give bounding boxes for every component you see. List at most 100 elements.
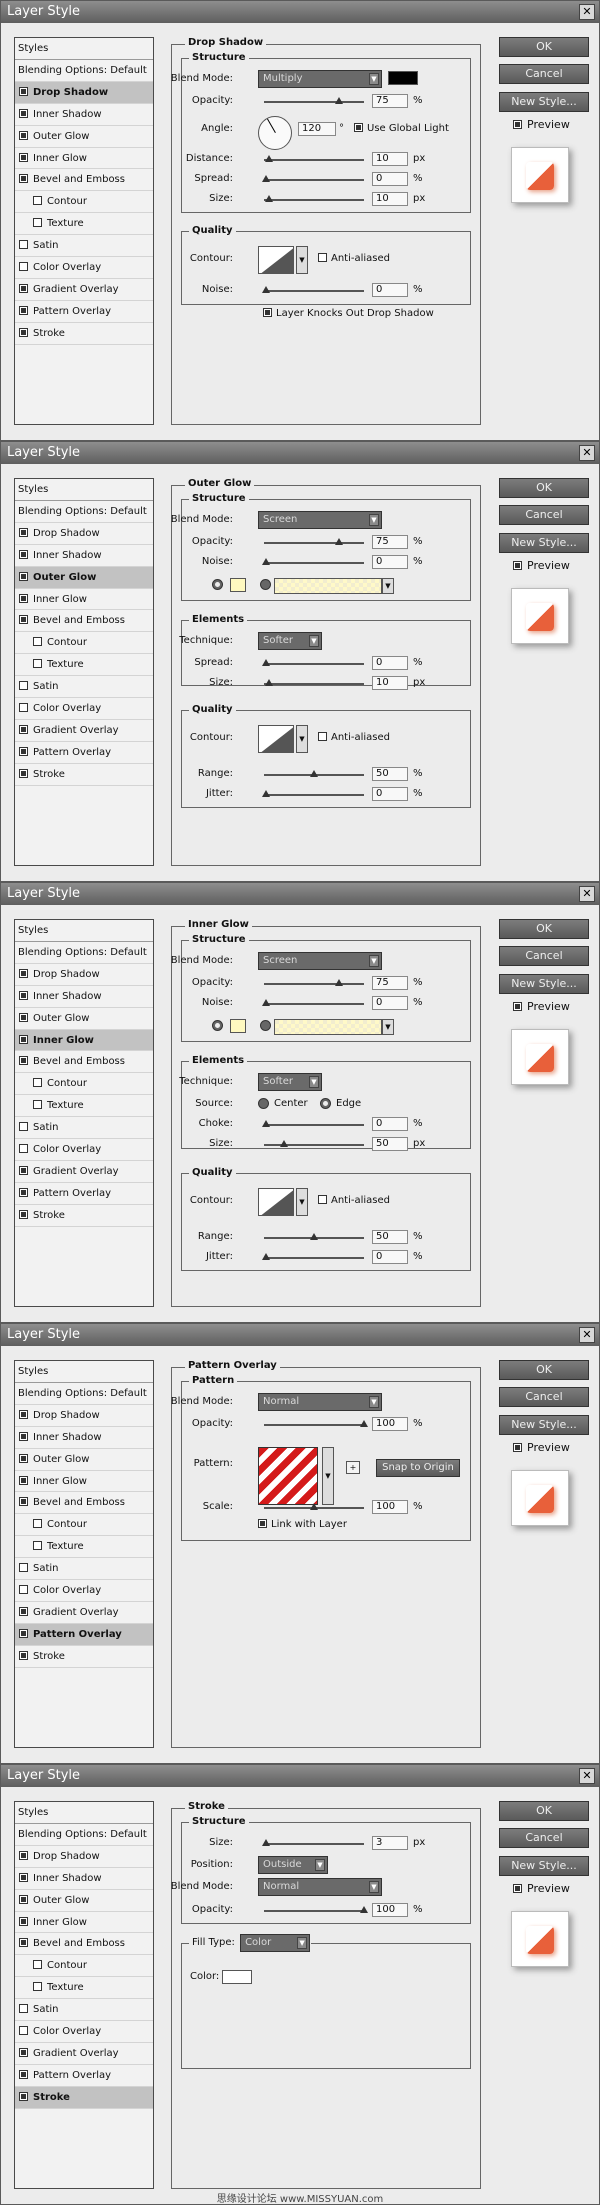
style-stroke[interactable]: Stroke	[15, 2086, 153, 2109]
style-satin[interactable]: Satin	[15, 1117, 153, 1140]
checkbox-icon[interactable]	[19, 1650, 28, 1660]
pattern-swatch[interactable]	[258, 1447, 318, 1505]
style-bevel-emboss[interactable]: Bevel and Emboss	[15, 610, 153, 633]
preview-toggle[interactable]: Preview	[513, 1000, 570, 1013]
slider-thumb[interactable]	[262, 1120, 270, 1127]
solid-color-radio[interactable]	[212, 579, 223, 590]
opacity-input[interactable]: 100	[372, 1417, 408, 1431]
style-contour[interactable]: Contour	[15, 191, 153, 214]
noise-slider[interactable]	[262, 558, 364, 565]
cancel-button[interactable]: Cancel	[499, 946, 589, 966]
slider-thumb[interactable]	[262, 659, 270, 666]
size-input[interactable]: 10	[372, 192, 408, 206]
style-outer-glow[interactable]: Outer Glow	[15, 1449, 153, 1471]
checkbox-icon[interactable]	[19, 108, 28, 118]
style-drop-shadow[interactable]: Drop Shadow	[15, 523, 153, 545]
checkbox-icon[interactable]	[19, 152, 28, 162]
checkbox-icon[interactable]	[19, 2047, 28, 2057]
style-stroke[interactable]: Stroke	[15, 764, 153, 786]
checkbox-icon[interactable]	[19, 1628, 28, 1638]
checkbox-icon[interactable]	[19, 1122, 28, 1132]
fill-type-dropdown[interactable]: Color ▼	[240, 1934, 311, 1952]
choke-input[interactable]: 0	[372, 1117, 408, 1131]
opacity-slider[interactable]	[264, 979, 364, 986]
blend-mode-dropdown[interactable]: Screen ▼	[258, 952, 382, 970]
slider-thumb[interactable]	[262, 558, 270, 565]
slider-thumb[interactable]	[360, 1906, 368, 1913]
position-dropdown[interactable]: Outside ▼	[258, 1856, 328, 1874]
range-input[interactable]: 50	[372, 1230, 408, 1244]
angle-input[interactable]: 120	[298, 122, 336, 136]
chevron-down-icon[interactable]: ▼	[322, 1447, 334, 1505]
style-color-overlay[interactable]: Color Overlay	[15, 698, 153, 720]
checkbox-icon[interactable]	[19, 2091, 28, 2101]
choke-slider[interactable]	[262, 1120, 364, 1127]
checkbox-icon[interactable]	[19, 174, 28, 184]
scale-slider[interactable]	[264, 1503, 364, 1510]
new-style-button[interactable]: New Style...	[499, 533, 589, 553]
ok-button[interactable]: OK	[499, 919, 589, 939]
checkbox-icon[interactable]	[19, 305, 28, 315]
cancel-button[interactable]: Cancel	[499, 1387, 589, 1407]
checkbox-icon[interactable]	[318, 732, 327, 741]
style-inner-glow[interactable]: Inner Glow	[15, 1471, 153, 1493]
blend-mode-dropdown[interactable]: Normal ▼	[258, 1878, 382, 1896]
slider-thumb[interactable]	[360, 1420, 368, 1427]
checkbox-icon[interactable]	[19, 593, 28, 603]
slider-thumb[interactable]	[265, 155, 273, 162]
style-inner-shadow[interactable]: Inner Shadow	[15, 104, 153, 126]
slider-thumb[interactable]	[265, 195, 273, 202]
cancel-button[interactable]: Cancel	[499, 64, 589, 84]
style-inner-shadow[interactable]: Inner Shadow	[15, 1427, 153, 1449]
range-slider[interactable]	[264, 770, 364, 777]
checkbox-icon[interactable]	[19, 1034, 28, 1044]
slider-thumb[interactable]	[262, 1839, 270, 1846]
checkbox-icon[interactable]	[19, 571, 28, 581]
style-gradient-overlay[interactable]: Gradient Overlay	[15, 1602, 153, 1624]
close-icon[interactable]: ✕	[579, 445, 595, 461]
checkbox-icon[interactable]	[19, 1056, 28, 1066]
layer-knocks-out[interactable]: Layer Knocks Out Drop Shadow	[263, 307, 434, 321]
style-texture[interactable]: Texture	[15, 1095, 153, 1118]
blend-mode-dropdown[interactable]: Screen ▼	[258, 511, 382, 529]
glow-color-swatch[interactable]	[230, 578, 246, 592]
new-style-button[interactable]: New Style...	[499, 1856, 589, 1876]
style-pattern-overlay[interactable]: Pattern Overlay	[15, 1623, 153, 1646]
checkbox-icon[interactable]	[19, 615, 28, 625]
angle-dial[interactable]	[258, 116, 292, 150]
slider-thumb[interactable]	[310, 770, 318, 777]
checkbox-icon[interactable]	[19, 1165, 28, 1175]
ok-button[interactable]: OK	[499, 478, 589, 498]
style-inner-glow[interactable]: Inner Glow	[15, 148, 153, 170]
title-bar[interactable]: Layer Style	[1, 1324, 599, 1346]
glow-color-swatch[interactable]	[230, 1019, 246, 1033]
jitter-input[interactable]: 0	[372, 1250, 408, 1264]
distance-slider[interactable]	[264, 155, 364, 162]
cancel-button[interactable]: Cancel	[499, 505, 589, 525]
checkbox-icon[interactable]	[19, 240, 28, 250]
title-bar[interactable]: Layer Style	[1, 1, 599, 23]
style-contour[interactable]: Contour	[15, 1955, 153, 1978]
contour-preview[interactable]	[258, 246, 294, 274]
style-drop-shadow[interactable]: Drop Shadow	[15, 1405, 153, 1427]
slider-thumb[interactable]	[310, 1233, 318, 1240]
checkbox-icon[interactable]	[19, 1187, 28, 1197]
style-pattern-overlay[interactable]: Pattern Overlay	[15, 742, 153, 764]
noise-input[interactable]: 0	[372, 555, 408, 569]
checkbox-icon[interactable]	[33, 218, 42, 228]
opacity-input[interactable]: 75	[372, 976, 408, 990]
style-gradient-overlay[interactable]: Gradient Overlay	[15, 1161, 153, 1183]
style-satin[interactable]: Satin	[15, 235, 153, 258]
size-slider[interactable]	[264, 679, 364, 686]
slider-thumb[interactable]	[310, 1503, 318, 1510]
style-gradient-overlay[interactable]: Gradient Overlay	[15, 720, 153, 742]
checkbox-icon[interactable]	[19, 86, 28, 96]
styles-header[interactable]: Styles	[15, 479, 153, 501]
size-slider[interactable]	[262, 1839, 364, 1846]
checkbox-icon[interactable]	[19, 283, 28, 293]
style-color-overlay[interactable]: Color Overlay	[15, 257, 153, 279]
checkbox-icon[interactable]	[19, 1585, 28, 1595]
style-contour[interactable]: Contour	[15, 1073, 153, 1096]
slider-thumb[interactable]	[262, 999, 270, 1006]
checkbox-icon[interactable]	[19, 1916, 28, 1926]
